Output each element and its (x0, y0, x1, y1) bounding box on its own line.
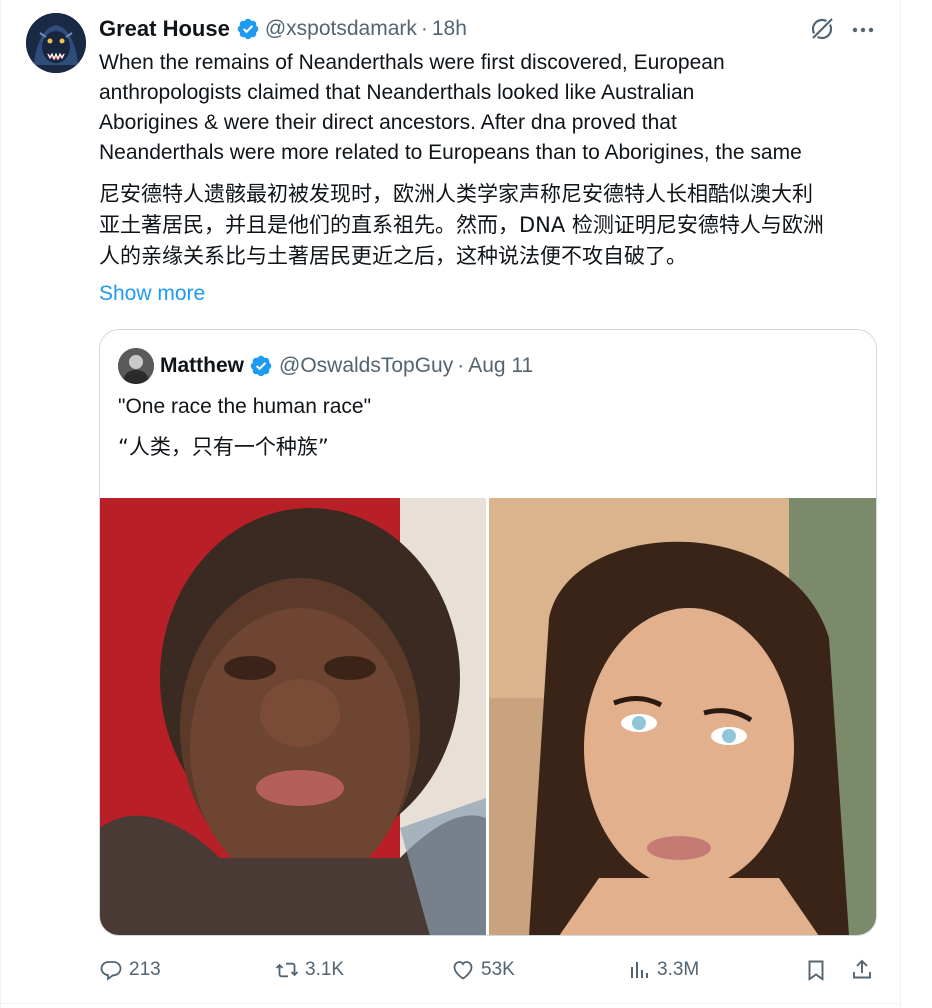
quote-text: "One race the human race" (118, 395, 372, 418)
separator-dot: · (420, 17, 428, 40)
quote-media[interactable] (100, 498, 876, 935)
quote-avatar[interactable] (118, 348, 154, 384)
separator-dot: · (457, 354, 465, 377)
translation-line: 亚土著居民，并且是他们的直系祖先。然而，DNA 检测证明尼安德特人与欧洲 (99, 213, 824, 237)
share-button[interactable] (850, 952, 880, 988)
like-button[interactable]: 53K (451, 952, 515, 988)
tweet-text-line: Aborigines & were their direct ancestors… (99, 111, 677, 134)
reply-count: 213 (129, 959, 161, 980)
media-image-right[interactable] (489, 498, 876, 935)
quote-author-name[interactable]: Matthew (160, 354, 244, 378)
bookmark-icon (808, 960, 824, 981)
heart-icon (453, 961, 473, 980)
tweet-text: When the remains of Neanderthals were fi… (99, 48, 889, 168)
tweet-text-line: When the remains of Neanderthals were fi… (99, 51, 725, 74)
reply-icon (100, 961, 122, 981)
share-icon (853, 959, 871, 979)
grok-icon[interactable] (808, 15, 836, 43)
author-display-name[interactable]: Great House (99, 16, 230, 42)
quoted-tweet[interactable]: Matthew @OswaldsTopGuy · Aug 11 "One rac… (99, 329, 877, 936)
like-count: 53K (481, 959, 515, 980)
tweet-text-line: Neanderthals were more related to Europe… (99, 141, 802, 164)
frame-bottom-border (0, 1003, 901, 1004)
repost-button[interactable]: 3.1K (275, 952, 344, 988)
avatar[interactable] (26, 13, 86, 73)
author-handle[interactable]: @xspotsdamark (265, 17, 417, 41)
quote-time[interactable]: Aug 11 (468, 354, 533, 378)
reply-button[interactable]: 213 (99, 952, 161, 988)
tweet-time[interactable]: 18h (432, 17, 467, 41)
translation-line: 尼安德特人遗骸最初被发现时，欧洲人类学家声称尼安德特人长相酷似澳大利 (99, 182, 813, 206)
quote-header: Matthew @OswaldsTopGuy · Aug 11 (118, 348, 533, 384)
show-more-link[interactable]: Show more (99, 282, 205, 306)
repost-icon (275, 962, 299, 978)
repost-count: 3.1K (305, 959, 345, 980)
action-bar: 213 3.1K 53K 3.3M (99, 952, 889, 988)
views-count: 3.3M (657, 959, 700, 980)
bookmark-button[interactable] (804, 952, 834, 988)
avatar-image (26, 13, 86, 73)
tweet-translation: 尼安德特人遗骸最初被发现时，欧洲人类学家声称尼安德特人长相酷似澳大利 亚土著居民… (99, 179, 889, 272)
more-icon[interactable] (850, 17, 876, 43)
tweet-text-line: anthropologists claimed that Neanderthal… (99, 81, 695, 104)
portrait-photo-right (489, 498, 876, 935)
media-image-left[interactable] (100, 498, 486, 935)
portrait-photo-left (100, 498, 486, 935)
tweet-header: Great House @xspotsdamark · 18h (99, 14, 467, 44)
translation-line: 人的亲缘关系比与土著居民更近之后，这种说法便不攻自破了。 (99, 244, 687, 268)
views-icon (631, 962, 648, 978)
frame-right-border (900, 0, 901, 1008)
verified-badge-icon (237, 18, 259, 40)
views-button[interactable]: 3.3M (627, 952, 699, 988)
quote-translation: “人类，只有一个种族” (118, 435, 329, 459)
frame-left-border (0, 0, 1, 1008)
verified-badge-icon (250, 355, 272, 377)
quote-author-handle[interactable]: @OswaldsTopGuy (279, 354, 453, 378)
